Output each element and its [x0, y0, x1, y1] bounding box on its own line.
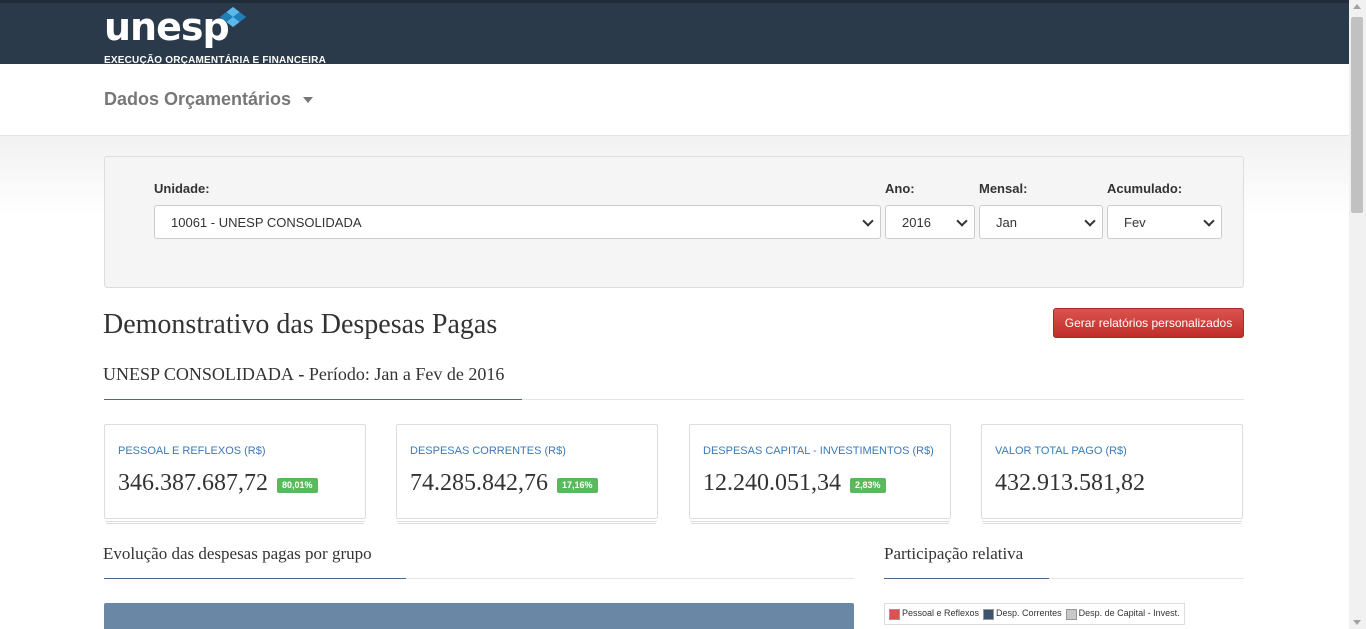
header-bar: unesp EXECUÇÃO ORÇAMENTÁRIA E FINANCEIRA: [0, 0, 1349, 66]
page-title: Demonstrativo das Despesas Pagas: [103, 309, 498, 340]
stat-card-total: VALOR TOTAL PAGO (R$) 432.913.581,82: [981, 424, 1243, 519]
page-scrollbar[interactable]: [1349, 0, 1366, 629]
subtitle-unit: UNESP CONSOLIDADA: [103, 364, 294, 384]
stat-card-correntes: DESPESAS CORRENTES (R$) 74.285.842,76 17…: [396, 424, 658, 519]
navbar: Dados Orçamentários: [0, 64, 1349, 136]
share-divider-accent: [884, 578, 1049, 579]
stat-value: 432.913.581,82: [995, 470, 1145, 496]
unidade-select[interactable]: 10061 - UNESP CONSOLIDADA: [154, 205, 881, 239]
subtitle-divider-accent: [104, 399, 522, 400]
unidade-label: Unidade:: [154, 181, 210, 196]
stat-card-pessoal: PESSOAL E REFLEXOS (R$) 346.387.687,72 8…: [104, 424, 366, 519]
stat-label: VALOR TOTAL PAGO (R$): [995, 445, 1127, 457]
chart-legend: Pessoal e Reflexos Desp. Correntes Desp.…: [884, 603, 1185, 625]
logo-diamond-icon: [220, 7, 246, 27]
legend-label: Pessoal e Reflexos: [902, 608, 980, 619]
legend-swatch-gray: [1065, 608, 1077, 620]
scroll-down-arrow-icon[interactable]: [1353, 620, 1361, 625]
ano-value: 2016: [902, 215, 931, 230]
period-subtitle: UNESP CONSOLIDADA - Período: Jan a Fev d…: [103, 364, 504, 385]
legend-item[interactable]: Pessoal e Reflexos: [889, 608, 980, 620]
percent-badge: 2,83%: [850, 478, 886, 493]
stat-value: 12.240.051,34: [703, 470, 841, 496]
scrollbar-thumb[interactable]: [1351, 17, 1363, 213]
ano-label: Ano:: [885, 181, 915, 196]
percent-badge: 80,01%: [277, 478, 318, 493]
stat-value: 346.387.687,72: [118, 470, 268, 496]
legend-label: Desp. de Capital - Invest.: [1078, 608, 1180, 619]
caret-down-icon: [303, 96, 314, 103]
stat-card-capital: DESPESAS CAPITAL - INVESTIMENTOS (R$) 12…: [689, 424, 951, 519]
mensal-label: Mensal:: [979, 181, 1028, 196]
unesp-logo[interactable]: unesp EXECUÇÃO ORÇAMENTÁRIA E FINANCEIRA: [104, 5, 326, 66]
legend-label: Desp. Correntes: [996, 608, 1062, 619]
subtitle-period: Período: Jan a Fev de 2016: [308, 364, 505, 384]
mensal-select[interactable]: Jan: [979, 205, 1103, 239]
stat-value: 74.285.842,76: [410, 470, 548, 496]
generate-reports-button[interactable]: Gerar relatórios personalizados: [1053, 308, 1244, 338]
share-section-title: Participação relativa: [884, 544, 1024, 563]
stat-label: DESPESAS CORRENTES (R$): [410, 445, 566, 457]
filter-panel: Unidade: 10061 - UNESP CONSOLIDADA Ano: …: [104, 156, 1244, 288]
evolution-chart[interactable]: [104, 603, 854, 629]
percent-badge: 17,16%: [557, 478, 598, 493]
unidade-value: 10061 - UNESP CONSOLIDADA: [171, 215, 362, 230]
chevron-down-icon: [1084, 215, 1096, 227]
scroll-up-arrow-icon[interactable]: [1353, 4, 1361, 9]
mensal-value: Jan: [996, 215, 1017, 230]
stat-label: DESPESAS CAPITAL - INVESTIMENTOS (R$): [703, 445, 934, 457]
legend-item[interactable]: Desp. de Capital - Invest.: [1065, 608, 1180, 620]
logo-text: unesp: [104, 5, 230, 49]
dados-orcamentarios-menu[interactable]: Dados Orçamentários: [104, 89, 314, 110]
acumulado-label: Acumulado:: [1107, 181, 1183, 196]
chevron-down-icon: [862, 215, 874, 227]
ano-select[interactable]: 2016: [885, 205, 975, 239]
acumulado-value: Fev: [1124, 215, 1146, 230]
subtitle-separator: -: [293, 364, 309, 384]
menu-label: Dados Orçamentários: [104, 89, 292, 109]
legend-item[interactable]: Desp. Correntes: [983, 608, 1062, 620]
legend-swatch-red: [889, 608, 900, 620]
evolution-divider-accent: [104, 578, 406, 579]
stat-label: PESSOAL E REFLEXOS (R$): [118, 445, 266, 457]
acumulado-select[interactable]: Fev: [1107, 205, 1222, 239]
chevron-down-icon: [956, 215, 968, 227]
evolution-section-title: Evolução das despesas pagas por grupo: [103, 544, 372, 563]
legend-swatch-navy: [983, 608, 995, 620]
chevron-down-icon: [1203, 215, 1215, 227]
